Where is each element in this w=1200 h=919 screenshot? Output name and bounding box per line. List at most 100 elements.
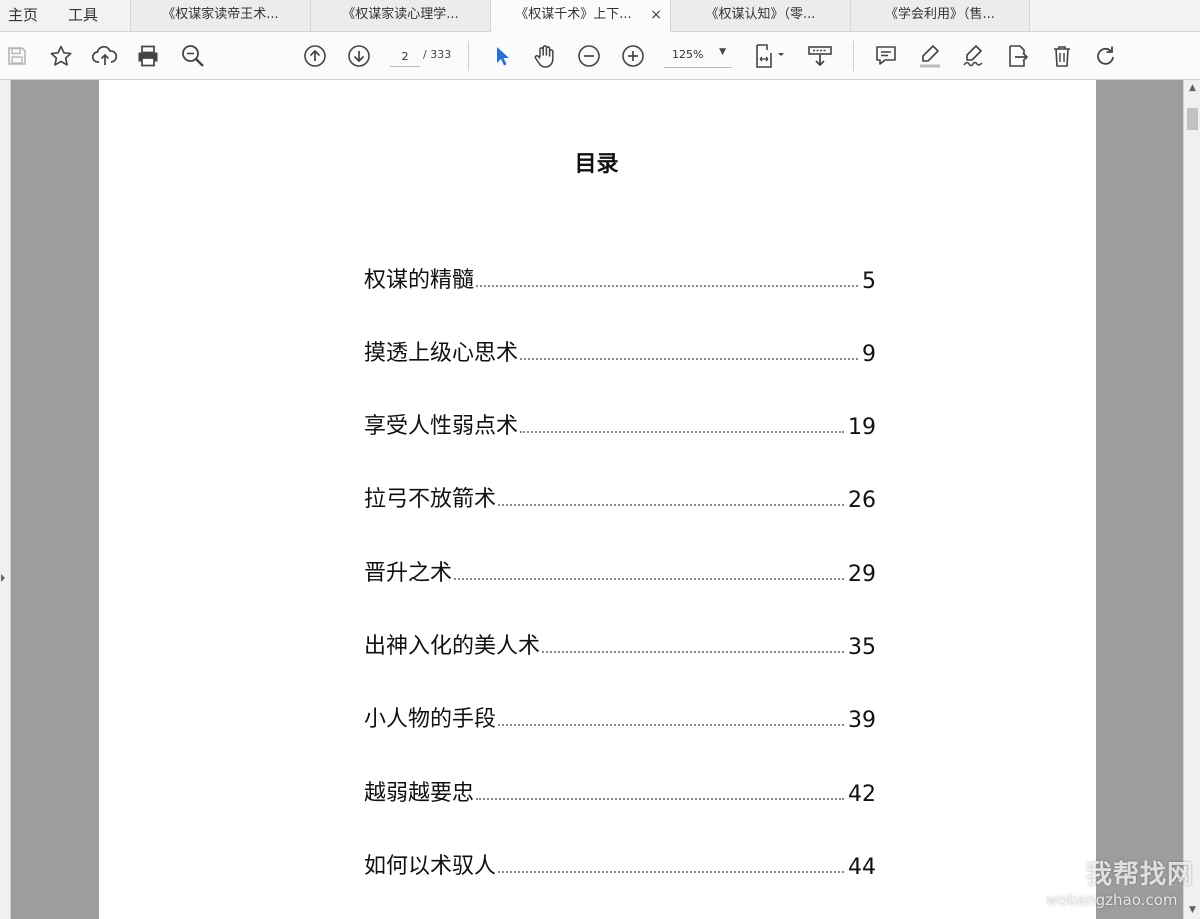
tab-bar: 主页 工具 《权谋家读帝王术... 《权谋家读心理学... 《权谋千术》上下..… (0, 0, 1200, 32)
toc-entry-page: 26 (848, 488, 876, 513)
toc-entry-page: 29 (848, 562, 876, 587)
toolbar: / 333 125% ▼ (0, 32, 1200, 80)
find-button[interactable] (179, 42, 207, 70)
toc-dot-leader (476, 285, 858, 287)
save-icon (8, 47, 26, 65)
delete-button[interactable] (1048, 42, 1076, 70)
hand-tool-button[interactable] (531, 42, 559, 70)
toc-entry[interactable]: 小人物的手段 39 (364, 701, 876, 733)
previous-page-button[interactable] (301, 42, 329, 70)
select-tool-button[interactable] (487, 42, 515, 70)
toc-entry-title: 摸透上级心思术 (364, 341, 519, 366)
page-fit-icon (756, 44, 784, 68)
toc-entry-page: 39 (848, 708, 876, 733)
read-mode-button[interactable] (806, 42, 834, 70)
zoom-out-icon (578, 45, 600, 67)
page-fit-button[interactable] (751, 42, 787, 70)
toc-entry[interactable]: 如何以术驭人 44 (364, 848, 876, 880)
print-button[interactable] (134, 42, 162, 70)
home-nav-link[interactable]: 主页 (8, 0, 38, 31)
tab-label: 《权谋千术》上下... (515, 7, 632, 22)
toc-entry-title: 小人物的手段 (364, 707, 497, 732)
sign-button[interactable] (960, 42, 988, 70)
toc-dot-leader (520, 358, 858, 360)
toc-entry-title: 晋升之术 (364, 561, 453, 586)
toc-dot-leader (520, 431, 844, 433)
tab-document-2[interactable]: 《权谋家读心理学... (310, 0, 490, 31)
tab-document-5[interactable]: 《学会利用》（售... (850, 0, 1030, 31)
magnifier-logo-icon (1049, 853, 1085, 889)
comment-button[interactable] (872, 42, 900, 70)
star-icon (50, 45, 72, 66)
zoom-level-value: 125% (672, 48, 704, 61)
navigation-pane-strip[interactable] (0, 80, 11, 919)
toc-entry-title: 出神入化的美人术 (364, 634, 541, 659)
tab-document-1[interactable]: 《权谋家读帝王术... (130, 0, 310, 31)
tab-label: 《权谋家读帝王术... (162, 7, 279, 22)
toolbar-divider (853, 41, 854, 71)
hand-icon (534, 45, 554, 68)
zoom-out-button[interactable] (575, 42, 603, 70)
toc-dot-leader (498, 504, 844, 506)
toc-entry[interactable]: 越弱越要忠 42 (364, 775, 876, 807)
toc-entry[interactable]: 拉弓不放箭术 26 (364, 481, 876, 513)
toc-dot-leader (476, 798, 844, 800)
bookmark-button[interactable] (47, 42, 75, 70)
watermark-logo: 我帮找网 wobangzhao.com (1044, 848, 1194, 914)
toc-entry[interactable]: 享受人性弱点术 19 (364, 408, 876, 440)
toc-entry-page: 35 (848, 635, 876, 660)
tab-document-3-active[interactable]: 《权谋千术》上下... × (490, 0, 670, 32)
scroll-up-icon[interactable]: ▲ (1184, 80, 1200, 97)
toc-entry-title: 越弱越要忠 (364, 781, 475, 806)
close-tab-icon[interactable]: × (650, 0, 662, 30)
upload-button[interactable] (91, 42, 119, 70)
save-button[interactable] (3, 42, 31, 70)
toc-entry[interactable]: 权谋的精髓 5 (364, 262, 876, 294)
export-button[interactable] (1004, 42, 1032, 70)
scrollbar-thumb[interactable] (1187, 108, 1198, 130)
page-up-icon (304, 45, 326, 67)
highlight-icon (920, 45, 940, 68)
toc-dot-leader (498, 871, 844, 873)
page-down-icon (348, 45, 370, 67)
page-number-input[interactable] (390, 46, 420, 67)
tab-label: 《权谋认知》（零... (705, 7, 816, 22)
tools-nav-link[interactable]: 工具 (68, 0, 98, 31)
highlight-button[interactable] (916, 42, 944, 70)
next-page-button[interactable] (345, 42, 373, 70)
zoom-search-icon (182, 45, 204, 67)
select-cursor-icon (497, 47, 509, 66)
toc-entry[interactable]: 摸透上级心思术 9 (364, 335, 876, 367)
read-mode-icon (808, 46, 832, 67)
watermark-url: wobangzhao.com (1046, 891, 1178, 909)
toc-entry-title: 如何以术驭人 (364, 854, 497, 879)
rotate-button[interactable] (1092, 42, 1120, 70)
toc-dot-leader (498, 724, 844, 726)
sign-icon (963, 45, 983, 67)
chevron-down-icon: ▼ (719, 47, 726, 57)
toc-entry[interactable]: 出神入化的美人术 35 (364, 628, 876, 660)
comment-icon (876, 46, 896, 65)
toc-dot-leader (542, 651, 844, 653)
expand-pane-icon[interactable] (1, 574, 5, 582)
toc-entry-page: 42 (848, 782, 876, 807)
tab-label: 《权谋家读心理学... (342, 7, 459, 22)
toc-entry-title: 权谋的精髓 (364, 268, 475, 293)
zoom-in-button[interactable] (619, 42, 647, 70)
zoom-level-dropdown[interactable]: 125% ▼ (664, 45, 732, 68)
toc-entry-title: 拉弓不放箭术 (364, 487, 497, 512)
toc-entry-title: 享受人性弱点术 (364, 414, 519, 439)
vertical-scrollbar[interactable]: ▲ ▼ (1183, 80, 1200, 919)
tab-document-4[interactable]: 《权谋认知》（零... (670, 0, 850, 31)
toc-entry-page: 19 (848, 415, 876, 440)
zoom-in-icon (622, 45, 644, 67)
toc-entry-page: 9 (862, 342, 876, 367)
rotate-icon (1097, 46, 1114, 65)
print-icon (138, 45, 158, 67)
toc-entry[interactable]: 晋升之术 29 (364, 555, 876, 587)
toolbar-divider (468, 41, 469, 71)
toc-entry-page: 5 (862, 269, 876, 294)
page-title: 目录 (574, 152, 619, 177)
watermark-brand: 我帮找网 (1086, 860, 1195, 890)
toc-dot-leader (454, 578, 844, 580)
